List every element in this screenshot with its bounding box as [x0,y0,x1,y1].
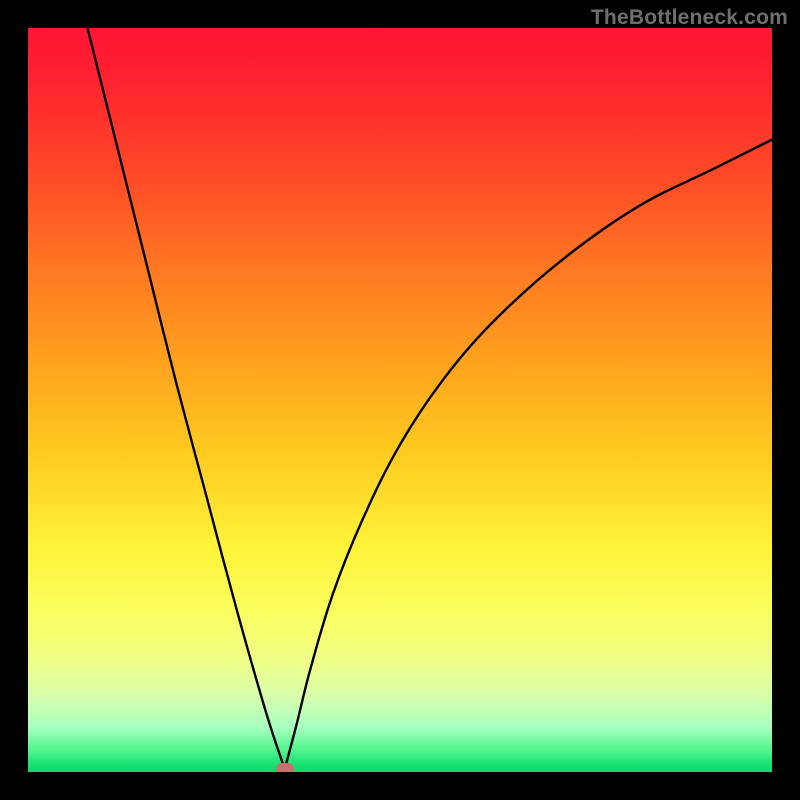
minimum-marker [276,763,294,772]
bottleneck-curve [28,28,772,772]
curve-left-branch [88,28,285,769]
watermark-text: TheBottleneck.com [591,6,788,30]
curve-right-branch [285,140,772,769]
plot-area [28,28,772,772]
